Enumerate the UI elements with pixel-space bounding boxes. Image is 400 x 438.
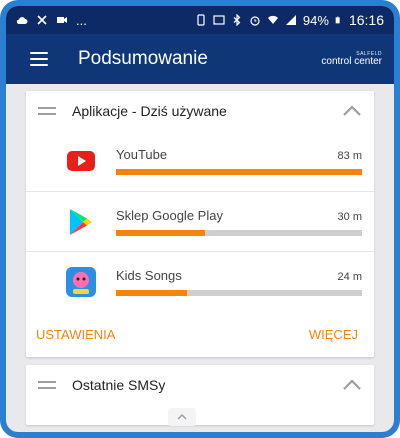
brand-name: control center bbox=[321, 55, 382, 67]
usage-bar-fill bbox=[116, 289, 188, 296]
apps-card-actions: USTAWIENIA WIĘCEJ bbox=[26, 311, 374, 357]
clock: 16:16 bbox=[348, 12, 384, 28]
chevron-up-icon bbox=[177, 414, 187, 420]
signal-icon bbox=[285, 15, 296, 25]
app-usage-time: 30 m bbox=[337, 210, 362, 223]
chevron-up-icon[interactable] bbox=[342, 379, 362, 391]
usage-bar bbox=[116, 289, 362, 296]
brand-top: SALFELD bbox=[356, 50, 382, 57]
apps-card: Aplikacje - Dziś używane YouTube 83 m Sk… bbox=[26, 91, 374, 357]
kids-songs-icon bbox=[66, 266, 96, 297]
alarm-icon bbox=[250, 16, 260, 26]
page-title: Podsumowanie bbox=[78, 48, 208, 69]
app-name: Kids Songs bbox=[116, 267, 182, 283]
app-row-kids-songs[interactable]: Kids Songs 24 m bbox=[26, 251, 374, 311]
sms-card-title: Ostatnie SMSy bbox=[72, 377, 166, 393]
cast-icon bbox=[213, 15, 225, 25]
drag-handle-icon[interactable] bbox=[38, 107, 56, 115]
settings-button[interactable]: USTAWIENIA bbox=[36, 327, 115, 342]
app-row-google-play[interactable]: Sklep Google Play 30 m bbox=[26, 191, 374, 251]
app-usage-time: 83 m bbox=[337, 150, 362, 162]
wifi-icon bbox=[267, 15, 278, 24]
phone-icon bbox=[197, 14, 205, 26]
app-usage-time: 24 m bbox=[337, 270, 362, 283]
app-row-youtube[interactable]: YouTube 83 m bbox=[26, 131, 374, 191]
drag-handle-icon[interactable] bbox=[38, 381, 56, 389]
app-name: YouTube bbox=[116, 147, 168, 162]
battery-icon bbox=[335, 16, 340, 24]
apps-card-header: Aplikacje - Dziś używane bbox=[26, 91, 374, 131]
status-more: ... bbox=[76, 12, 87, 28]
screen: ... 94% 16:16 Podsumowanie SALFELD contr… bbox=[6, 6, 394, 432]
usage-bar-fill bbox=[116, 169, 362, 175]
cloud-icon bbox=[16, 17, 28, 24]
apps-card-title: Aplikacje - Dziś używane bbox=[72, 103, 227, 119]
sms-card-header: Ostatnie SMSy bbox=[26, 365, 374, 405]
usage-bar bbox=[116, 169, 362, 175]
close-icon bbox=[37, 15, 47, 25]
main-content: Aplikacje - Dziś używane YouTube 83 m Sk… bbox=[6, 84, 394, 432]
more-button[interactable]: WIĘCEJ bbox=[309, 327, 358, 342]
sms-card: Ostatnie SMSy bbox=[26, 365, 374, 425]
brand-logo: SALFELD control center bbox=[321, 50, 382, 67]
scroll-up-button[interactable] bbox=[168, 408, 196, 426]
chevron-up-icon[interactable] bbox=[342, 105, 362, 117]
app-name: Sklep Google Play bbox=[116, 207, 223, 223]
google-play-icon bbox=[66, 207, 96, 237]
app-bar: Podsumowanie SALFELD control center bbox=[6, 34, 394, 84]
battery-percent: 94% bbox=[302, 12, 329, 28]
usage-bar bbox=[116, 229, 362, 236]
youtube-icon bbox=[66, 146, 96, 176]
bluetooth-icon bbox=[233, 14, 241, 26]
video-icon bbox=[57, 17, 67, 23]
device-frame: ... 94% 16:16 Podsumowanie SALFELD contr… bbox=[0, 0, 400, 438]
usage-bar-fill bbox=[116, 229, 205, 236]
status-bar: ... 94% 16:16 bbox=[6, 6, 394, 34]
menu-button[interactable] bbox=[30, 52, 48, 66]
